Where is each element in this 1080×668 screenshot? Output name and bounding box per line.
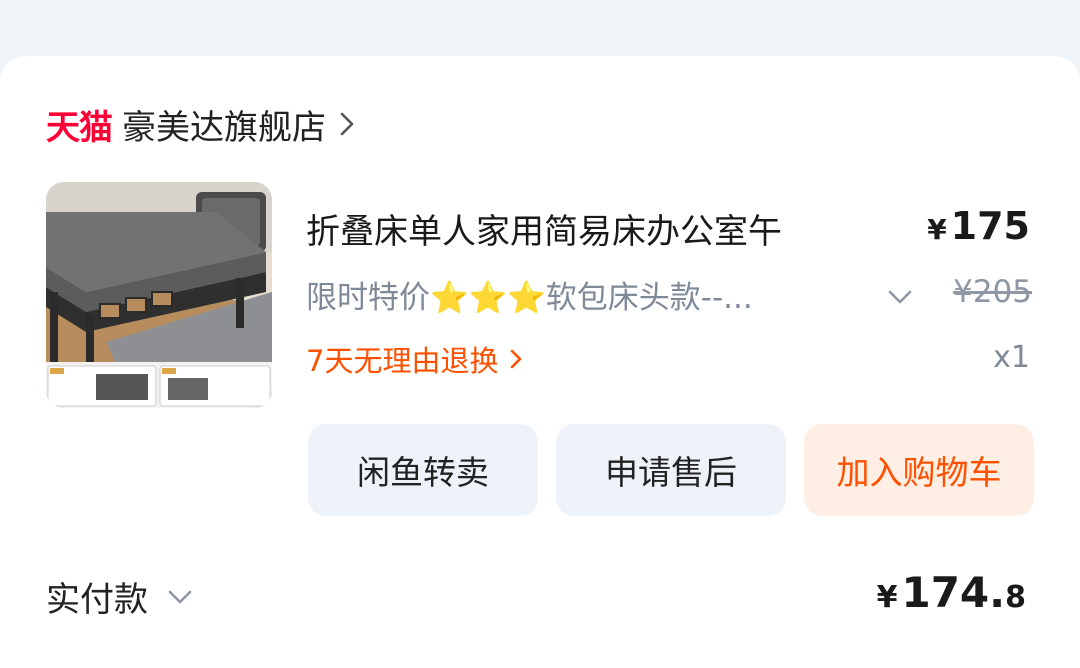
order-card: 天猫 豪美达旗舰店 折叠床单人家用简易床办公室午 ¥ 175 限时特价⭐⭐⭐软包…: [0, 56, 1080, 668]
price-currency: ¥: [927, 213, 947, 246]
return-policy-text[interactable]: 7天无理由退换: [306, 338, 498, 380]
payment-amount-integer: 174.: [901, 568, 1006, 617]
sku-text[interactable]: 限时特价⭐⭐⭐软包床头款--...: [306, 272, 846, 317]
return-policy-link[interactable]: 7天无理由退换: [306, 338, 524, 380]
sku-selector[interactable]: 限时特价⭐⭐⭐软包床头款--...: [306, 270, 906, 318]
price-value: 175: [950, 204, 1030, 248]
tmall-logo: 天猫: [46, 107, 113, 148]
xianyu-resell-button[interactable]: 闲鱼转卖: [308, 424, 538, 516]
original-price: ¥205: [953, 274, 1032, 310]
payment-currency: ¥: [876, 580, 898, 615]
folding-bed-image: [46, 182, 272, 408]
quantity: x1: [993, 340, 1030, 375]
product-title[interactable]: 折叠床单人家用简易床办公室午: [306, 204, 782, 253]
product-price: ¥175: [927, 204, 1030, 248]
add-to-cart-button[interactable]: 加入购物车: [804, 424, 1034, 516]
chevron-down-icon[interactable]: [166, 588, 194, 606]
chevron-right-icon[interactable]: [336, 109, 358, 139]
chevron-down-icon[interactable]: [886, 288, 914, 306]
payment-label-row[interactable]: 实付款: [46, 572, 194, 621]
payment-amount: ¥174.8: [877, 568, 1026, 617]
aftersale-button[interactable]: 申请售后: [556, 424, 786, 516]
chevron-right-icon[interactable]: [508, 347, 524, 371]
payment-label: 实付款: [46, 580, 148, 620]
shop-header[interactable]: 天猫 豪美达旗舰店: [46, 100, 358, 149]
product-image[interactable]: [46, 182, 272, 408]
shop-name[interactable]: 豪美达旗舰店: [122, 100, 326, 149]
payment-amount-decimal: 8: [1005, 580, 1026, 615]
